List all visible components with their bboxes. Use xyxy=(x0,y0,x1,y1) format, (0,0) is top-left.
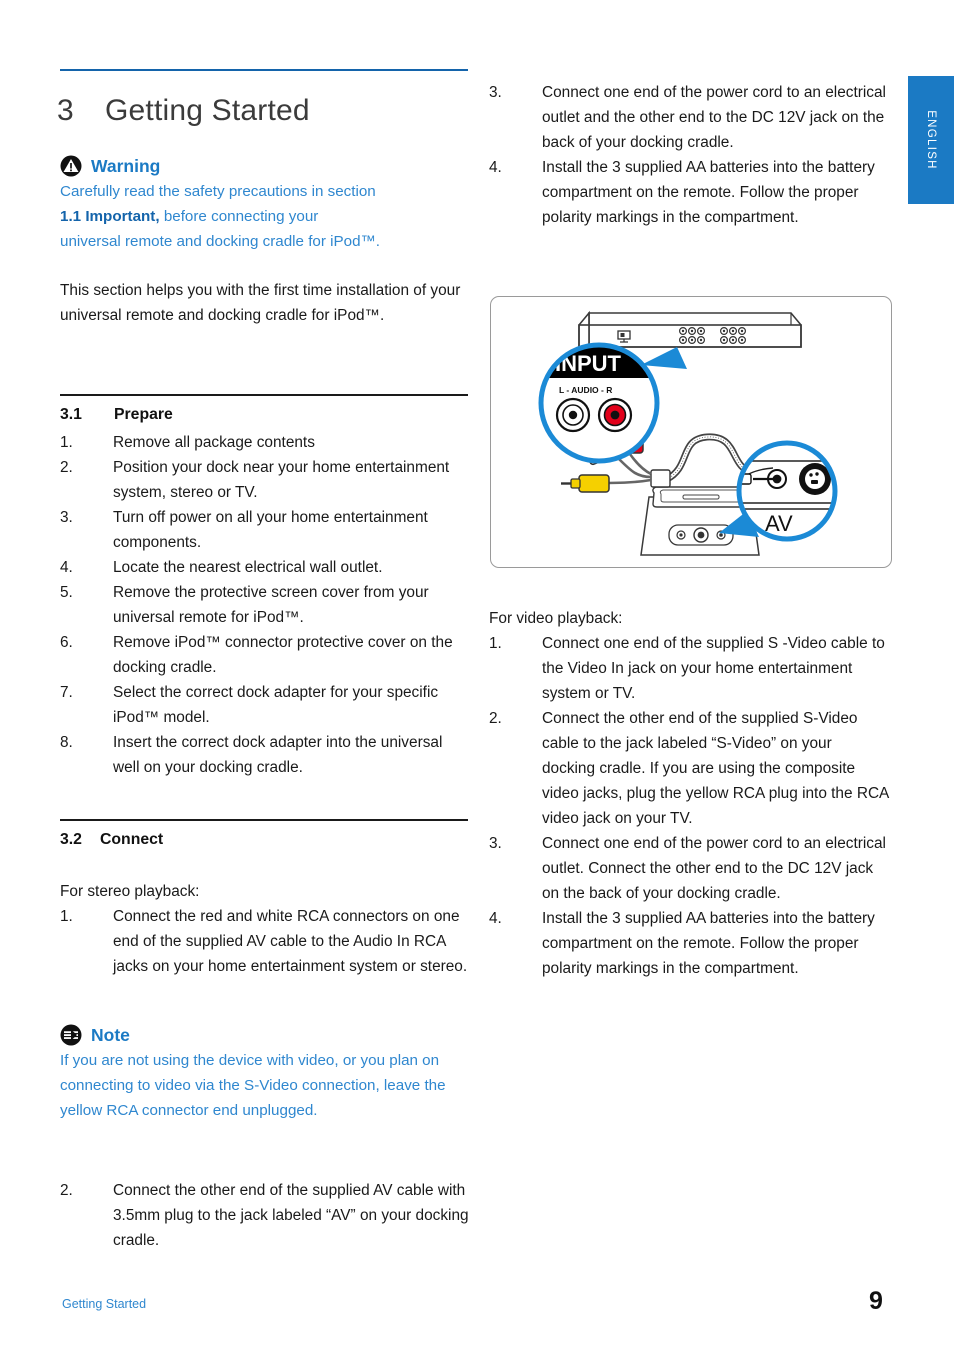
video-step-list: 1. Connect one end of the supplied S -Vid… xyxy=(489,631,889,981)
prepare-title: Prepare xyxy=(114,406,173,423)
warning-line-1: Carefully read the safety precautions in… xyxy=(60,183,376,200)
step-text: Install the 3 supplied AA batteries into… xyxy=(542,159,875,226)
chapter-number: 3 xyxy=(57,94,74,127)
warning-callout: Warning Carefully read the safety precau… xyxy=(60,155,472,254)
step-number: 2. xyxy=(489,710,502,727)
section-heading-connect: 3.2 Connect xyxy=(60,831,163,849)
step-number: 4. xyxy=(489,910,502,927)
connect-title: Connect xyxy=(100,831,164,848)
language-tab-label: ENGLISH xyxy=(925,110,937,170)
callout-input: INPUT L - AUDIO - R xyxy=(538,342,687,464)
list-item: 2. Position your dock near your home ente… xyxy=(60,455,472,505)
step-text: Connect one end of the power cord to an … xyxy=(542,84,886,151)
note-title: Note xyxy=(91,1024,130,1045)
page-title: 3 Getting Started xyxy=(57,94,310,128)
note-callout: Note If you are not using the device wit… xyxy=(60,1024,472,1123)
step-number: 4. xyxy=(489,159,502,176)
step-text: Insert the correct dock adapter into the… xyxy=(113,734,443,776)
connect-rule xyxy=(60,819,468,821)
step-number: 3. xyxy=(489,84,502,101)
note-lines-icon xyxy=(60,1024,82,1046)
list-item: 1. Remove all package contents xyxy=(60,430,472,455)
callout-audio-label: L - AUDIO - R xyxy=(559,385,612,395)
step-text: Remove the protective screen cover from … xyxy=(113,584,429,626)
list-item: 2. Connect the other end of the supplied … xyxy=(489,706,889,831)
stereo-playback-heading: For stereo playback: xyxy=(60,883,200,900)
step-number: 5. xyxy=(60,584,73,601)
step-text: Select the correct dock adapter for your… xyxy=(113,684,439,726)
list-item: 5. Remove the protective screen cover fro… xyxy=(60,580,472,630)
list-item: 6. Remove iPod™ connector protective cove… xyxy=(60,630,472,680)
warning-triangle-icon xyxy=(60,155,82,177)
step-text: Connect the other end of the supplied S-… xyxy=(542,710,889,827)
list-item: 2. Connect the other end of the supplied … xyxy=(60,1178,472,1253)
language-tab: ENGLISH xyxy=(908,76,954,204)
stereo-step-list-2: 2. Connect the other end of the supplied … xyxy=(60,1178,472,1253)
video-playback-heading: For video playback: xyxy=(489,610,623,627)
list-item: 3. Connect one end of the power cord to a… xyxy=(489,80,889,155)
intro-paragraph: This section helps you with the first ti… xyxy=(60,282,461,324)
warning-emphasis: 1.1 Important, xyxy=(60,208,160,225)
step-number: 8. xyxy=(60,734,73,751)
page-number: 9 xyxy=(869,1287,883,1315)
step-text: Connect one end of the supplied S -Video… xyxy=(542,635,885,702)
connect-number: 3.2 xyxy=(60,831,82,848)
step-number: 1. xyxy=(489,635,502,652)
step-text: Remove iPod™ connector protective cover … xyxy=(113,634,453,676)
step-number: 4. xyxy=(60,559,73,576)
list-item: 4. Install the 3 supplied AA batteries in… xyxy=(489,906,889,981)
step-text: Turn off power on all your home entertai… xyxy=(113,509,428,551)
chapter-top-rule xyxy=(60,69,468,71)
receiver-back-panel xyxy=(578,310,802,348)
callout-av-label: AV xyxy=(765,511,793,536)
note-body: If you are not using the device with vid… xyxy=(60,1052,446,1119)
chapter-title: Getting Started xyxy=(105,94,310,127)
warning-body: Carefully read the safety precautions in… xyxy=(60,179,472,254)
list-item: 3. Turn off power on all your home entert… xyxy=(60,505,472,555)
note-header: Note xyxy=(60,1024,472,1046)
list-item: 8. Insert the correct dock adapter into t… xyxy=(60,730,472,780)
warning-line-3: universal remote and docking cradle for … xyxy=(60,233,380,250)
step-text: Remove all package contents xyxy=(113,434,315,451)
step-text: Connect the other end of the supplied AV… xyxy=(113,1182,469,1249)
stereo-step-list-1: 1. Connect the red and white RCA connecto… xyxy=(60,904,472,979)
step-number: 3. xyxy=(489,835,502,852)
step-number: 7. xyxy=(60,684,73,701)
warning-header: Warning xyxy=(60,155,472,177)
section-heading-prepare: 3.1 Prepare xyxy=(60,406,173,424)
step-number: 3. xyxy=(60,509,73,526)
step-number: 1. xyxy=(60,908,73,925)
step-number: 2. xyxy=(60,1182,73,1199)
rca-plug-yellow xyxy=(561,474,610,493)
list-item: 4. Locate the nearest electrical wall out… xyxy=(60,555,472,580)
step-number: 2. xyxy=(60,459,73,476)
list-item: 7. Select the correct dock adapter for yo… xyxy=(60,680,472,730)
step-text: Connect one end of the power cord to an … xyxy=(542,835,886,902)
prepare-step-list: 1. Remove all package contents 2. Position… xyxy=(60,430,472,780)
warning-title: Warning xyxy=(91,155,161,176)
step-text: Connect the red and white RCA connectors… xyxy=(113,908,468,975)
list-item: 3. Connect one end of the power cord to a… xyxy=(489,831,889,906)
step-number: 1. xyxy=(60,434,73,451)
connection-diagram: INPUT L - AUDIO - R AV xyxy=(490,296,892,568)
step-text: Install the 3 supplied AA batteries into… xyxy=(542,910,875,977)
prepare-rule xyxy=(60,394,468,396)
step-text: Locate the nearest electrical wall outle… xyxy=(113,559,383,576)
connection-diagram-svg: INPUT L - AUDIO - R AV xyxy=(538,310,838,556)
footer-section-label: Getting Started xyxy=(62,1297,147,1311)
step-number: 6. xyxy=(60,634,73,651)
list-item: 4. Install the 3 supplied AA batteries in… xyxy=(489,155,889,230)
prepare-number: 3.1 xyxy=(60,406,82,423)
step-text: Position your dock near your home entert… xyxy=(113,459,450,501)
right-top-step-list: 3. Connect one end of the power cord to a… xyxy=(489,80,889,230)
list-item: 1. Connect one end of the supplied S -Vid… xyxy=(489,631,889,706)
warning-line-2: before connecting your xyxy=(159,208,319,225)
list-item: 1. Connect the red and white RCA connecto… xyxy=(60,904,472,979)
